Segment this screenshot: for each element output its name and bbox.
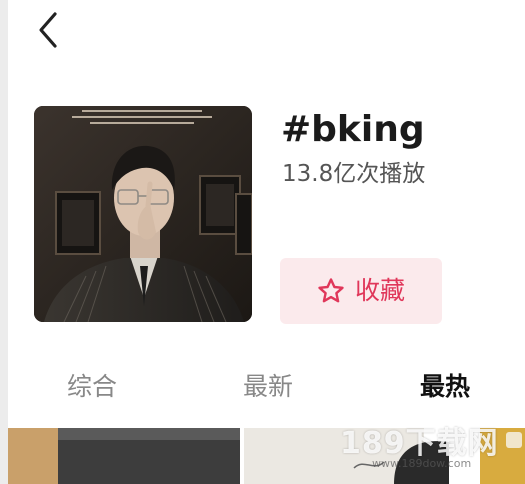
play-count: 13.8亿次播放 (282, 161, 426, 187)
site-watermark-url: www.189dow.com (372, 457, 472, 470)
favorite-label: 收藏 (354, 276, 405, 305)
tab-comprehensive[interactable]: 综合 (67, 370, 117, 404)
tab-latest[interactable]: 最新 (243, 370, 293, 404)
back-button[interactable] (30, 10, 70, 50)
chevron-left-icon (39, 12, 57, 48)
topic-cover-image[interactable] (34, 106, 252, 322)
topic-title: #bking (281, 109, 425, 150)
site-watermark: 189下载网 (340, 426, 499, 461)
star-outline-icon (318, 278, 344, 303)
tab-bar: 综合 最新 最热 (8, 360, 525, 416)
favorite-button[interactable]: 收藏 (280, 258, 442, 324)
tab-hottest[interactable]: 最热 (420, 370, 470, 404)
left-edge-strip (0, 0, 8, 484)
video-thumbnail[interactable] (8, 428, 240, 484)
